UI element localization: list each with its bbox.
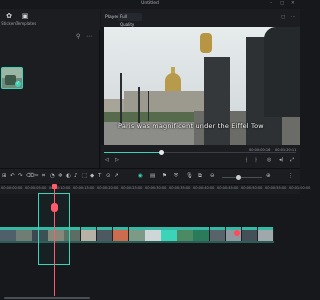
snapshot-icon[interactable]: ▢ [281,15,285,20]
templates-tab[interactable]: ▣ Templates [16,12,37,26]
ai-tools-icon[interactable]: ◉ [138,173,143,179]
media-thumbnail[interactable]: ✓ [1,67,23,89]
video-clip-segment[interactable] [112,227,129,241]
audio-icon[interactable]: ♪ [74,173,78,179]
playback-scrubber[interactable] [104,150,296,155]
ruler-label: 00:00:35:00 [169,186,191,190]
zoom-slider-knob[interactable] [236,175,241,180]
previous-frame-icon[interactable]: ◁ [105,157,109,163]
video-clip-segment[interactable] [177,227,193,241]
video-clip-segment[interactable] [96,227,113,241]
templates-icon: ▣ [21,12,29,20]
speed-icon[interactable]: ◔ [50,173,55,179]
video-clip-segment[interactable] [128,227,145,241]
transform-icon[interactable]: ⬚ [82,173,87,179]
video-clip-segment[interactable] [80,227,97,241]
check-icon: ✓ [15,81,21,87]
ruler-label: 00:00:55:00 [265,186,287,190]
cut-icon[interactable]: ✂ [34,173,39,179]
asset-toolbar: ✿ Stickers ▣ Templates [0,9,100,30]
playhead-marker[interactable] [52,184,57,189]
ruler-label: 00:00:15:00 [73,186,95,190]
player-header: Player Full Quality ▢ ⋯ [101,9,300,27]
video-clip-segment[interactable] [145,227,161,241]
crop-icon[interactable]: ⌗ [42,173,45,180]
color-icon[interactable]: ◐ [66,173,71,179]
mark-in-icon[interactable]: ⸡ [245,157,248,163]
templates-label: Templates [16,21,37,26]
subtitle-caption[interactable]: Paris was magnificent under the Eiffel T… [118,122,264,130]
mask-icon[interactable]: ⊙ [106,173,111,179]
stabilize-icon[interactable]: ↗ [114,173,119,179]
layout-icon[interactable]: ⊞ [2,173,7,179]
keyframe-icon[interactable]: ◆ [90,173,94,179]
snap-icon[interactable]: ⧉ [198,173,202,180]
volume-icon[interactable]: ◂) [279,157,283,163]
redo-icon[interactable]: ↷ [18,173,23,179]
ruler-label: 00:00:50:00 [241,186,263,190]
close-icon[interactable]: ✕ [291,1,295,6]
total-time: 00:01:20:11 [275,148,297,152]
filter-icon[interactable]: ⚲ [76,33,80,40]
ruler-label: 00:00:00:00 [1,186,23,190]
maximize-icon[interactable]: □ [280,1,284,6]
quality-dropdown[interactable]: Full Quality [118,13,142,27]
timeline-toolbar: ⊞ ↶ ↷ ⌫ ✂ ⌗ ◔ ❄ ◐ ♪ ⬚ ◆ T ⊙ ↗ ◉ ▤ ⚑ ⛨ 🎙 … [0,168,300,185]
player-label: Player [105,15,120,20]
ruler-label: 00:01:00:00 [289,186,311,190]
freeze-icon[interactable]: ❄ [58,173,63,179]
more-icon[interactable]: ⋯ [86,33,92,40]
ruler-label: 00:00:45:00 [217,186,239,190]
minimize-icon[interactable]: – [270,1,272,6]
ruler-label: 00:00:20:00 [97,186,119,190]
mark-out-icon[interactable]: ⸠ [255,157,258,163]
next-frame-icon[interactable]: ▷ [115,157,119,163]
render-icon[interactable]: ▤ [150,173,155,179]
video-clip-segment[interactable] [209,227,226,241]
video-clip-segment[interactable] [16,227,32,241]
video-clip-segment[interactable] [241,227,258,241]
scrubber-knob[interactable] [159,150,165,155]
video-editor-window: Untitled – □ ✕ ✿ Stickers ▣ Templates ⚲ … [0,0,310,300]
delete-icon[interactable]: ⌫ [26,173,34,179]
video-clip-segment[interactable] [0,227,16,241]
video-clip-segment[interactable] [161,227,177,241]
video-preview[interactable]: Paris was magnificent under the Eiffel T… [104,27,300,145]
ruler-label: 00:00:05:00 [25,186,47,190]
fullscreen-icon[interactable]: ⤢ [290,157,294,163]
zoom-out-icon[interactable]: ⊖ [210,173,215,179]
mic-icon[interactable]: 🎙 [186,173,193,179]
text-icon[interactable]: T [98,173,101,179]
undo-icon[interactable]: ↶ [10,173,15,179]
zoom-in-icon[interactable]: ⊕ [266,173,271,179]
zoom-slider[interactable] [222,177,262,178]
playhead-handle[interactable] [51,203,58,212]
current-time: 00:00:00:16 [249,148,271,152]
shield-icon[interactable]: ⛨ [174,173,178,180]
marker-icon[interactable]: ⚑ [162,173,167,179]
ruler-label: 00:00:40:00 [193,186,215,190]
player-controls: 00:00:00:16 00:01:20:11 ◁ ▷ ⸡ ⸠ ◎ ◂) ⤢ [101,145,300,168]
ruler-label: 00:00:25:00 [121,186,143,190]
scrollbar-thumb[interactable] [4,297,90,299]
record-dot-icon[interactable] [234,230,240,236]
window-title: Untitled [141,1,159,6]
video-clip-segment[interactable] [257,227,274,241]
title-bar: Untitled – □ ✕ [0,0,300,9]
timeline-scrollbar[interactable] [0,296,300,300]
settings-icon[interactable]: ⋮ [288,173,294,179]
more-options-icon[interactable]: ⋯ [291,15,296,20]
ruler-label: 00:00:30:00 [145,186,167,190]
video-clip-segment[interactable] [193,227,210,241]
snapshot-button-icon[interactable]: ◎ [267,157,271,163]
media-panel: ⚲ ⋯ ✓ [0,30,100,168]
